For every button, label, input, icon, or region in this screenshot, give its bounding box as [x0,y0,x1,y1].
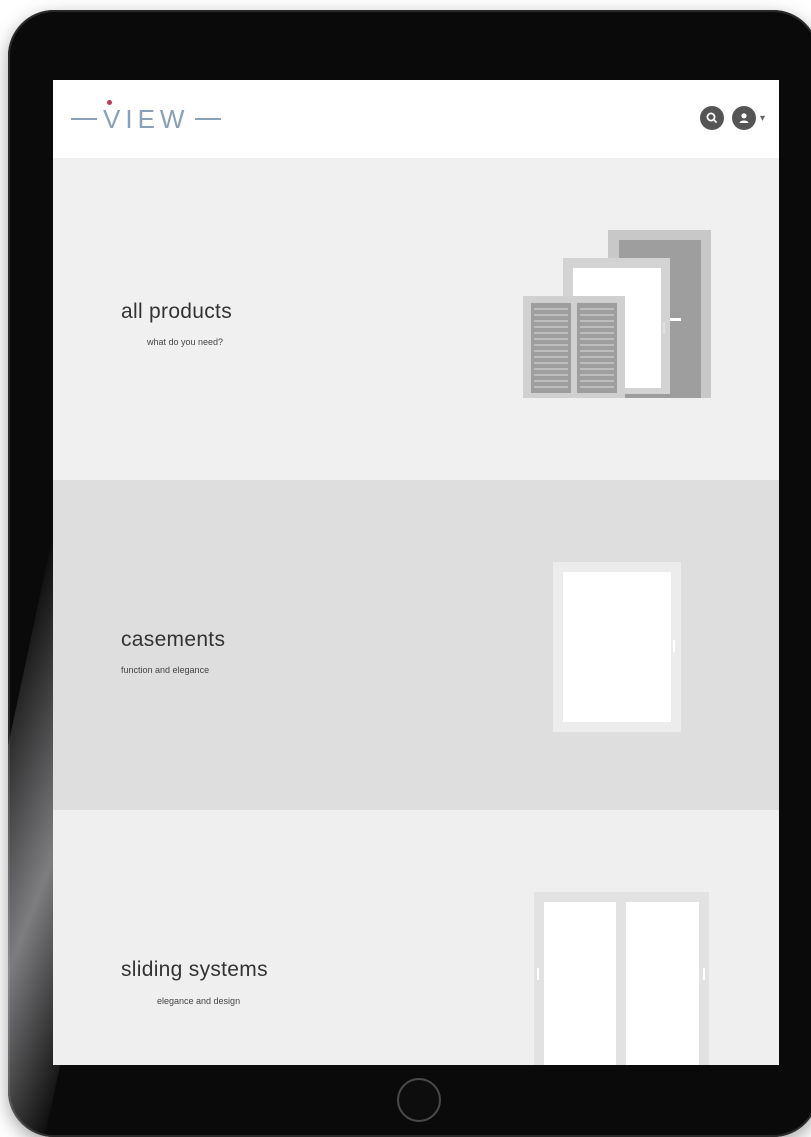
products-illustration [523,230,711,398]
section-title: all products [121,300,232,323]
section-all-products[interactable]: all products what do you need? [53,158,779,480]
section-subtitle: elegance and design [157,996,241,1006]
section-title: casements [121,628,226,651]
logo-dash-right [195,118,222,120]
logo-text: VIEW [103,99,190,135]
logo-word: VIEW [103,103,190,134]
logo[interactable]: VIEW [65,99,227,136]
user-icon [739,113,749,123]
home-button[interactable] [397,1078,441,1122]
sliding-window-illustration [534,892,709,1065]
account-button[interactable] [731,106,756,130]
app-screen: VIEW ▾ all products what do you need? ca… [53,80,779,1065]
section-title: sliding systems [121,958,268,981]
chevron-down-icon[interactable]: ▾ [760,113,765,124]
logo-accent-dot [107,99,112,105]
app-header: VIEW ▾ [53,80,779,159]
logo-dash-left [71,118,97,120]
section-casements[interactable]: casements function and elegance [53,480,779,810]
section-subtitle: function and elegance [121,665,210,675]
search-button[interactable] [699,106,724,130]
section-sliding-systems[interactable]: sliding systems elegance and design [53,810,779,1065]
casement-illustration [553,562,681,732]
header-actions: ▾ [699,106,765,130]
search-icon [706,112,717,123]
section-subtitle: what do you need? [147,337,224,347]
tablet-frame: VIEW ▾ all products what do you need? ca… [8,10,811,1137]
